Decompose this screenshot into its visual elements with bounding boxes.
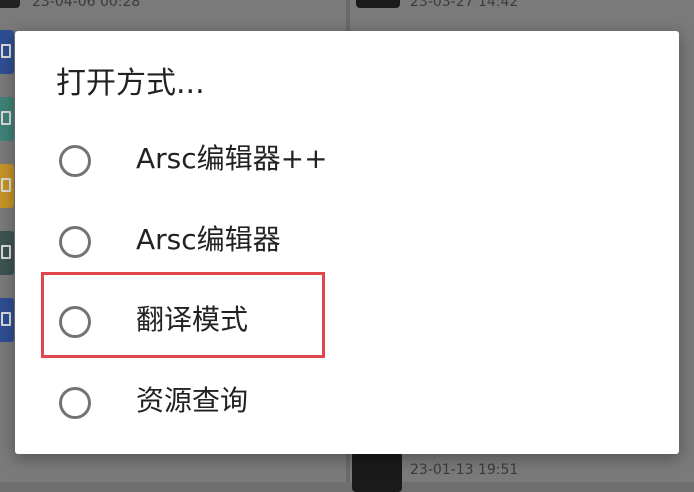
file-icon (0, 97, 14, 141)
file-icon (0, 298, 14, 342)
file-timestamp: 23-03-27 14:42 (410, 0, 519, 10)
option-translate-mode[interactable]: 翻译模式 (15, 286, 679, 358)
radio-button[interactable] (59, 226, 91, 258)
file-thumbnail (356, 0, 400, 8)
file-icon (0, 30, 14, 74)
option-label: 翻译模式 (136, 303, 249, 336)
file-timestamp: 23-04-06 00:28 (32, 0, 141, 10)
file-thumbnail (352, 452, 402, 492)
radio-button[interactable] (59, 306, 91, 338)
option-label: 资源查询 (136, 384, 249, 417)
option-label: Arsc编辑器++ (136, 142, 328, 175)
file-icon (0, 231, 14, 275)
option-arsc-editor-plus[interactable]: Arsc编辑器++ (15, 125, 679, 197)
option-resource-lookup[interactable]: 资源查询 (15, 367, 679, 439)
dialog-title: 打开方式... (56, 66, 205, 101)
option-label: Arsc编辑器 (136, 223, 281, 256)
open-with-dialog: 打开方式... Arsc编辑器++ Arsc编辑器 翻译模式 资源查询 (15, 31, 679, 454)
radio-button[interactable] (59, 387, 91, 419)
file-timestamp: 23-01-13 19:51 (410, 462, 519, 478)
radio-button[interactable] (59, 145, 91, 177)
option-arsc-editor[interactable]: Arsc编辑器 (15, 206, 679, 278)
file-icon (0, 164, 14, 208)
file-thumbnail (0, 0, 20, 8)
